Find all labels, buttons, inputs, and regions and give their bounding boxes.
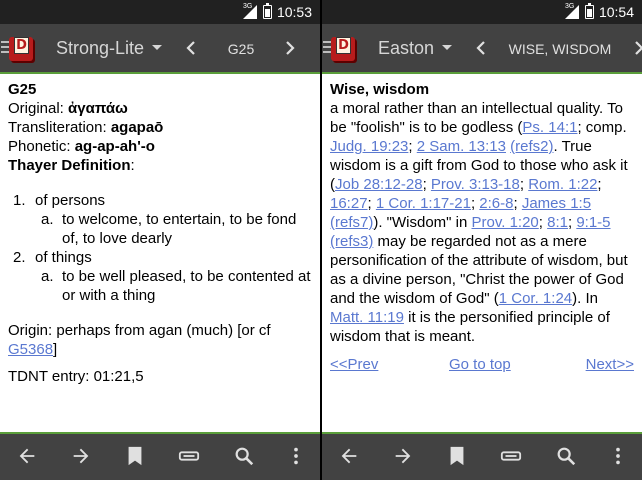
next-entry-button[interactable] bbox=[629, 38, 642, 58]
refs-link[interactable]: (refs3) bbox=[330, 233, 373, 250]
transliteration-line: Transliteration: agapaō bbox=[8, 119, 164, 136]
definition-list: 1. of persons a. to welcome, to entertai… bbox=[8, 191, 312, 305]
window-icon bbox=[178, 451, 200, 461]
previous-entry-button[interactable] bbox=[181, 38, 201, 58]
signal-icon: 3G bbox=[243, 3, 259, 19]
scripture-link[interactable]: Prov. 3:13-18 bbox=[431, 176, 520, 193]
refs-link[interactable]: (refs2) bbox=[510, 138, 553, 155]
scripture-link[interactable]: Matt. 11:19 bbox=[330, 309, 404, 326]
overflow-menu-button[interactable] bbox=[283, 443, 309, 469]
arrow-left-icon bbox=[341, 448, 357, 464]
back-button[interactable] bbox=[336, 443, 362, 469]
status-bar: 3G 10:54 bbox=[322, 0, 642, 24]
entry-title: G25 bbox=[8, 81, 37, 98]
arrow-right-icon bbox=[395, 448, 411, 464]
scripture-link[interactable]: 2:6-8 bbox=[479, 195, 513, 212]
module-selector[interactable]: Strong-Lite bbox=[56, 37, 163, 59]
entry-key[interactable]: WISE, WISDOM bbox=[508, 40, 612, 58]
window-button[interactable] bbox=[176, 443, 202, 469]
entry-content: Wise, wisdom a moral rather than an inte… bbox=[322, 74, 642, 432]
module-name: Strong-Lite bbox=[56, 38, 145, 58]
list-item: a. to be well pleased, to be contented a… bbox=[8, 267, 312, 305]
strongs-link[interactable]: G5368 bbox=[8, 341, 53, 358]
status-time: 10:53 bbox=[276, 4, 312, 20]
battery-icon bbox=[585, 3, 594, 19]
next-entry-button[interactable] bbox=[280, 38, 300, 58]
overflow-menu-icon bbox=[616, 447, 620, 465]
list-item: 2. of things bbox=[13, 249, 92, 266]
dropdown-arrow-icon bbox=[152, 44, 163, 50]
overflow-menu-icon bbox=[294, 447, 298, 465]
right-pane: 3G 10:54 D Easton WISE, WISDOM Wise, wis… bbox=[322, 0, 642, 480]
list-item: 1. of persons bbox=[13, 192, 106, 209]
search-button[interactable] bbox=[231, 443, 257, 469]
overflow-menu-button[interactable] bbox=[605, 443, 631, 469]
app-logo-icon[interactable]: D bbox=[331, 35, 357, 63]
scripture-link[interactable]: Job 28:12-28 bbox=[335, 176, 423, 193]
scripture-link[interactable]: 1 Cor. 1:17-21 bbox=[376, 195, 471, 212]
bookmark-button[interactable] bbox=[444, 443, 470, 469]
next-link[interactable]: Next>> bbox=[586, 355, 634, 374]
previous-entry-button[interactable] bbox=[471, 38, 491, 58]
thayer-heading: Thayer Definition: bbox=[8, 157, 135, 174]
forward-button[interactable] bbox=[68, 443, 94, 469]
scripture-link[interactable]: 1 Cor. 1:24 bbox=[499, 290, 572, 307]
bottom-toolbar bbox=[0, 432, 320, 480]
search-icon bbox=[235, 447, 254, 466]
status-time: 10:54 bbox=[598, 4, 634, 20]
chevron-left-icon bbox=[186, 41, 195, 55]
bottom-toolbar bbox=[322, 432, 642, 480]
scripture-link[interactable]: Rom. 1:22 bbox=[528, 176, 597, 193]
bookmark-button[interactable] bbox=[122, 443, 148, 469]
arrow-right-icon bbox=[73, 448, 89, 464]
back-button[interactable] bbox=[14, 443, 40, 469]
prev-link[interactable]: <<Prev bbox=[330, 355, 378, 374]
refs-link[interactable]: (refs7) bbox=[330, 214, 373, 231]
battery-icon bbox=[263, 3, 272, 19]
entry-body: a moral rather than an intellectual qual… bbox=[330, 100, 628, 345]
scripture-link[interactable]: Judg. 19:23 bbox=[330, 138, 408, 155]
scripture-link[interactable]: 2 Sam. 13:13 bbox=[417, 138, 506, 155]
scripture-link[interactable]: Prov. 1:20 bbox=[472, 214, 539, 231]
forward-button[interactable] bbox=[390, 443, 416, 469]
scripture-link[interactable]: 9:1-5 bbox=[576, 214, 610, 231]
original-line: Original: ἀγαπάω bbox=[8, 100, 128, 117]
chevron-right-icon bbox=[635, 41, 642, 55]
module-selector[interactable]: Easton bbox=[378, 37, 453, 59]
entry-content: G25 Original: ἀγαπάω Transliteration: ag… bbox=[0, 74, 320, 432]
tdnt-line: TDNT entry: 01:21,5 bbox=[8, 368, 144, 385]
scripture-link[interactable]: 8:1 bbox=[547, 214, 568, 231]
sub-list-item: a. to be well pleased, to be contented a… bbox=[41, 268, 311, 304]
scripture-link[interactable]: James 1:5 bbox=[522, 195, 591, 212]
phonetic-line: Phonetic: ag-ap-ah'-o bbox=[8, 138, 155, 155]
go-to-top-link[interactable]: Go to top bbox=[449, 355, 511, 374]
arrow-left-icon bbox=[19, 448, 35, 464]
dropdown-arrow-icon bbox=[442, 44, 453, 50]
left-pane: 3G 10:53 D Strong-Lite G25 G25 Original:… bbox=[0, 0, 320, 480]
app-logo-icon[interactable]: D bbox=[9, 35, 35, 63]
signal-icon: 3G bbox=[565, 3, 581, 19]
window-icon bbox=[500, 451, 522, 461]
module-name: Easton bbox=[378, 38, 435, 58]
scripture-link[interactable]: Ps. 14:1 bbox=[522, 119, 577, 136]
bookmark-icon bbox=[128, 446, 142, 466]
scripture-link[interactable]: 16:27 bbox=[330, 195, 368, 212]
origin-line: Origin: perhaps from agan (much) [or cf … bbox=[8, 322, 271, 358]
entry-key[interactable]: G25 bbox=[216, 40, 266, 58]
window-button[interactable] bbox=[498, 443, 524, 469]
entry-title: Wise, wisdom bbox=[330, 81, 430, 98]
list-item: a. to welcome, to entertain, to be fond … bbox=[8, 210, 312, 248]
bookmark-icon bbox=[450, 446, 464, 466]
chevron-right-icon bbox=[286, 41, 295, 55]
toolbar: D Strong-Lite G25 bbox=[0, 24, 320, 72]
entry-footer-nav: <<Prev Go to top Next>> bbox=[330, 355, 634, 375]
toolbar: D Easton WISE, WISDOM bbox=[322, 24, 642, 72]
search-icon bbox=[557, 447, 576, 466]
sub-list-item: a. to welcome, to entertain, to be fond … bbox=[41, 211, 297, 247]
status-bar: 3G 10:53 bbox=[0, 0, 320, 24]
search-button[interactable] bbox=[553, 443, 579, 469]
chevron-left-icon bbox=[476, 41, 485, 55]
